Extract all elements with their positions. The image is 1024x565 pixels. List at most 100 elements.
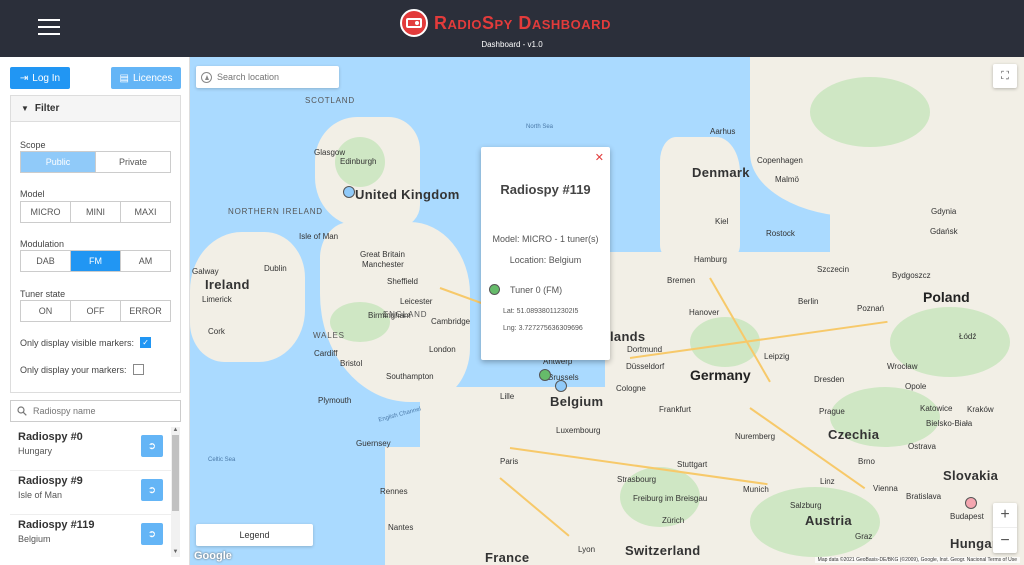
map-label: WALES: [313, 331, 345, 340]
map-label: Plymouth: [318, 396, 352, 405]
model-micro[interactable]: MICRO: [21, 202, 71, 222]
list-item[interactable]: Radiospy #9 Isle of Man ➲: [10, 471, 171, 515]
map-label: Bristol: [340, 359, 363, 368]
your-markers-checkbox[interactable]: [132, 364, 144, 375]
map-label: Graz: [855, 532, 873, 541]
list-item[interactable]: Radiospy #0 Hungary ➲: [10, 427, 171, 471]
map-label: Kiel: [715, 217, 729, 226]
tuner-status-icon: [489, 284, 500, 295]
fullscreen-button[interactable]: ⛶: [993, 64, 1017, 88]
popup-title: Radiospy #119: [500, 182, 591, 197]
tuner-label: Tuner 0 (FM): [510, 284, 563, 295]
map-label: Edinburgh: [340, 157, 377, 166]
map-label: Luxembourg: [556, 426, 601, 435]
map-label: Gdańsk: [930, 227, 958, 236]
go-to-marker-button[interactable]: ➲: [141, 523, 163, 545]
radiospy-location: Belgium: [18, 534, 51, 544]
login-label: Log In: [32, 72, 61, 84]
licences-label: Licences: [132, 72, 173, 84]
modulation-am[interactable]: AM: [121, 251, 170, 271]
map-label: North Sea: [526, 124, 554, 130]
map-label: Celtic Sea: [208, 457, 236, 463]
radio-icon: [400, 9, 428, 37]
popup-lat: Lat: 51.089380112302I5: [503, 308, 579, 315]
radiospy-search: [10, 400, 181, 422]
map-label: Budapest: [950, 512, 984, 521]
filter-panel: ▼ Filter Scope Public Private Model MICR…: [10, 95, 181, 393]
hamburger-icon[interactable]: [38, 19, 60, 37]
chevron-down-icon: ▼: [21, 104, 29, 113]
go-to-marker-button[interactable]: ➲: [141, 479, 163, 501]
tuner-error[interactable]: ERROR: [121, 301, 170, 321]
filter-header[interactable]: ▼ Filter: [11, 96, 180, 122]
modulation-dab[interactable]: DAB: [21, 251, 71, 271]
app-subtitle: Dashboard - v1.0: [481, 40, 543, 49]
radiospy-name: Radiospy #9: [18, 475, 83, 487]
scroll-down-icon[interactable]: ▼: [171, 549, 180, 557]
location-search-input[interactable]: [217, 72, 332, 82]
map-label: Bratislava: [906, 492, 942, 501]
map-label: Slovakia: [943, 468, 999, 483]
map-marker[interactable]: [965, 497, 977, 509]
visible-markers-checkbox[interactable]: ✓: [140, 337, 152, 348]
licences-button[interactable]: ▤ Licences: [111, 67, 181, 89]
map-label: Gdynia: [931, 207, 957, 216]
google-logo: Google: [194, 550, 232, 562]
popup-lng: Lng: 3.727275636309696: [503, 325, 583, 332]
map-marker[interactable]: [343, 186, 355, 198]
map-label: France: [485, 550, 530, 565]
model-selector: MICRO MINI MAXI: [20, 201, 171, 223]
map-label: Katowice: [920, 404, 953, 413]
map-label: Switzerland: [625, 543, 701, 558]
compass-icon: [201, 71, 212, 83]
modulation-label: Modulation: [20, 239, 65, 249]
go-to-marker-button[interactable]: ➲: [141, 435, 163, 457]
green-area: [810, 77, 930, 147]
modulation-fm[interactable]: FM: [71, 251, 121, 271]
map[interactable]: SCOTLAND North Sea Glasgow Edinburgh Uni…: [190, 57, 1024, 565]
radiospy-location: Hungary: [18, 446, 53, 456]
scroll-up-icon[interactable]: ▲: [171, 427, 180, 435]
licence-icon: ▤: [119, 72, 129, 84]
zoom-control: + −: [993, 503, 1017, 553]
map-label: Dresden: [814, 375, 845, 384]
model-mini[interactable]: MINI: [71, 202, 121, 222]
scroll-thumb[interactable]: [172, 435, 179, 511]
map-marker-selected[interactable]: [539, 369, 551, 381]
map-label: Bielsko-Biała: [926, 419, 973, 428]
map-label: Rennes: [380, 487, 408, 496]
zoom-out-button[interactable]: −: [993, 528, 1017, 553]
tuner-off[interactable]: OFF: [71, 301, 121, 321]
map-label: Frankfurt: [659, 405, 692, 414]
login-button[interactable]: ⇥ Log In: [10, 67, 70, 89]
map-label: Cardiff: [314, 349, 338, 358]
map-label: Great Britain: [360, 250, 405, 259]
radiospy-name: Radiospy #119: [18, 519, 95, 531]
map-label: Cork: [208, 327, 225, 336]
map-label: Hamburg: [694, 255, 727, 264]
map-marker[interactable]: [555, 380, 567, 392]
map-label: Kraków: [967, 405, 994, 414]
visible-markers-row: Only display visible markers: ✓: [20, 337, 152, 348]
map-label: Cologne: [616, 384, 646, 393]
map-label: Glasgow: [314, 148, 346, 157]
radiospy-search-input[interactable]: [33, 406, 173, 416]
map-label: lands: [610, 329, 646, 344]
list-scrollbar[interactable]: ▲ ▼: [171, 427, 180, 557]
close-icon[interactable]: ✕: [595, 151, 604, 164]
map-label: Sheffield: [387, 277, 418, 286]
list-item[interactable]: Radiospy #119 Belgium ➲: [10, 515, 171, 557]
legend-button[interactable]: Legend: [196, 524, 313, 546]
map-label: Manchester: [362, 260, 404, 269]
your-markers-label: Only display your markers:: [20, 364, 127, 375]
map-label: Ostrava: [908, 442, 937, 451]
model-maxi[interactable]: MAXI: [121, 202, 170, 222]
scope-public[interactable]: Public: [21, 152, 96, 172]
zoom-in-button[interactable]: +: [993, 503, 1017, 528]
visible-markers-label: Only display visible markers:: [20, 337, 135, 348]
map-label: Birmingham: [368, 311, 411, 320]
scope-private[interactable]: Private: [96, 152, 170, 172]
sidebar: ⇥ Log In ▤ Licences ▼ Filter Scope Publi…: [0, 57, 190, 565]
map-attribution[interactable]: Map data ©2021 GeoBasis-DE/BKG (©2009), …: [814, 557, 1020, 563]
tuner-on[interactable]: ON: [21, 301, 71, 321]
